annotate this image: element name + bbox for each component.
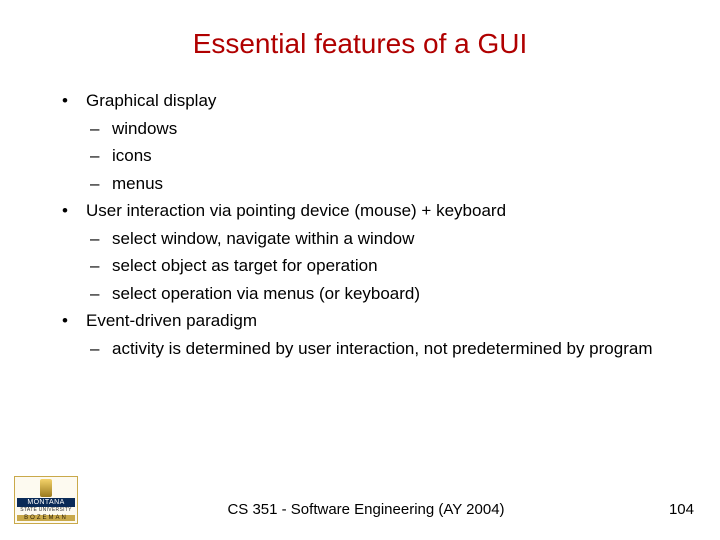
sub-bullet-list: activity is determined by user interacti… [86,336,680,362]
page-number: 104 [654,501,694,524]
logo-line2: STATE UNIVERSITY [20,508,72,513]
sub-bullet-item: select object as target for operation [86,253,680,279]
bullet-item: User interaction via pointing device (mo… [62,198,680,306]
sub-bullet-item: activity is determined by user interacti… [86,336,680,362]
bullet-item: Graphical display windows icons menus [62,88,680,196]
bullet-text: Graphical display [86,91,216,110]
logo-line3: BOZEMAN [17,515,75,521]
bullet-text: Event-driven paradigm [86,311,257,330]
sub-bullet-item: select window, navigate within a window [86,226,680,252]
logo-line1: MONTANA [17,498,75,507]
footer-center-text: CS 351 - Software Engineering (AY 2004) [78,501,654,524]
footer: MONTANA STATE UNIVERSITY BOZEMAN CS 351 … [0,476,720,524]
bullet-list: Graphical display windows icons menus Us… [62,88,680,361]
sub-bullet-item: icons [86,143,680,169]
university-logo: MONTANA STATE UNIVERSITY BOZEMAN [14,476,78,524]
sub-bullet-list: select window, navigate within a window … [86,226,680,307]
bullet-item: Event-driven paradigm activity is determ… [62,308,680,361]
logo-torch-icon [40,479,52,497]
sub-bullet-item: windows [86,116,680,142]
sub-bullet-text: menus [112,174,163,193]
slide-content: Graphical display windows icons menus Us… [40,88,680,361]
slide-title: Essential features of a GUI [40,28,680,60]
sub-bullet-item: menus [86,171,680,197]
sub-bullet-text: select object as target for operation [112,256,378,275]
sub-bullet-list: windows icons menus [86,116,680,197]
slide: Essential features of a GUI Graphical di… [0,0,720,540]
sub-bullet-text: icons [112,146,152,165]
sub-bullet-text: windows [112,119,177,138]
sub-bullet-item: select operation via menus (or keyboard) [86,281,680,307]
sub-bullet-text: select operation via menus (or keyboard) [112,284,420,303]
bullet-text: User interaction via pointing device (mo… [86,201,506,220]
sub-bullet-text: activity is determined by user interacti… [112,339,652,358]
sub-bullet-text: select window, navigate within a window [112,229,414,248]
